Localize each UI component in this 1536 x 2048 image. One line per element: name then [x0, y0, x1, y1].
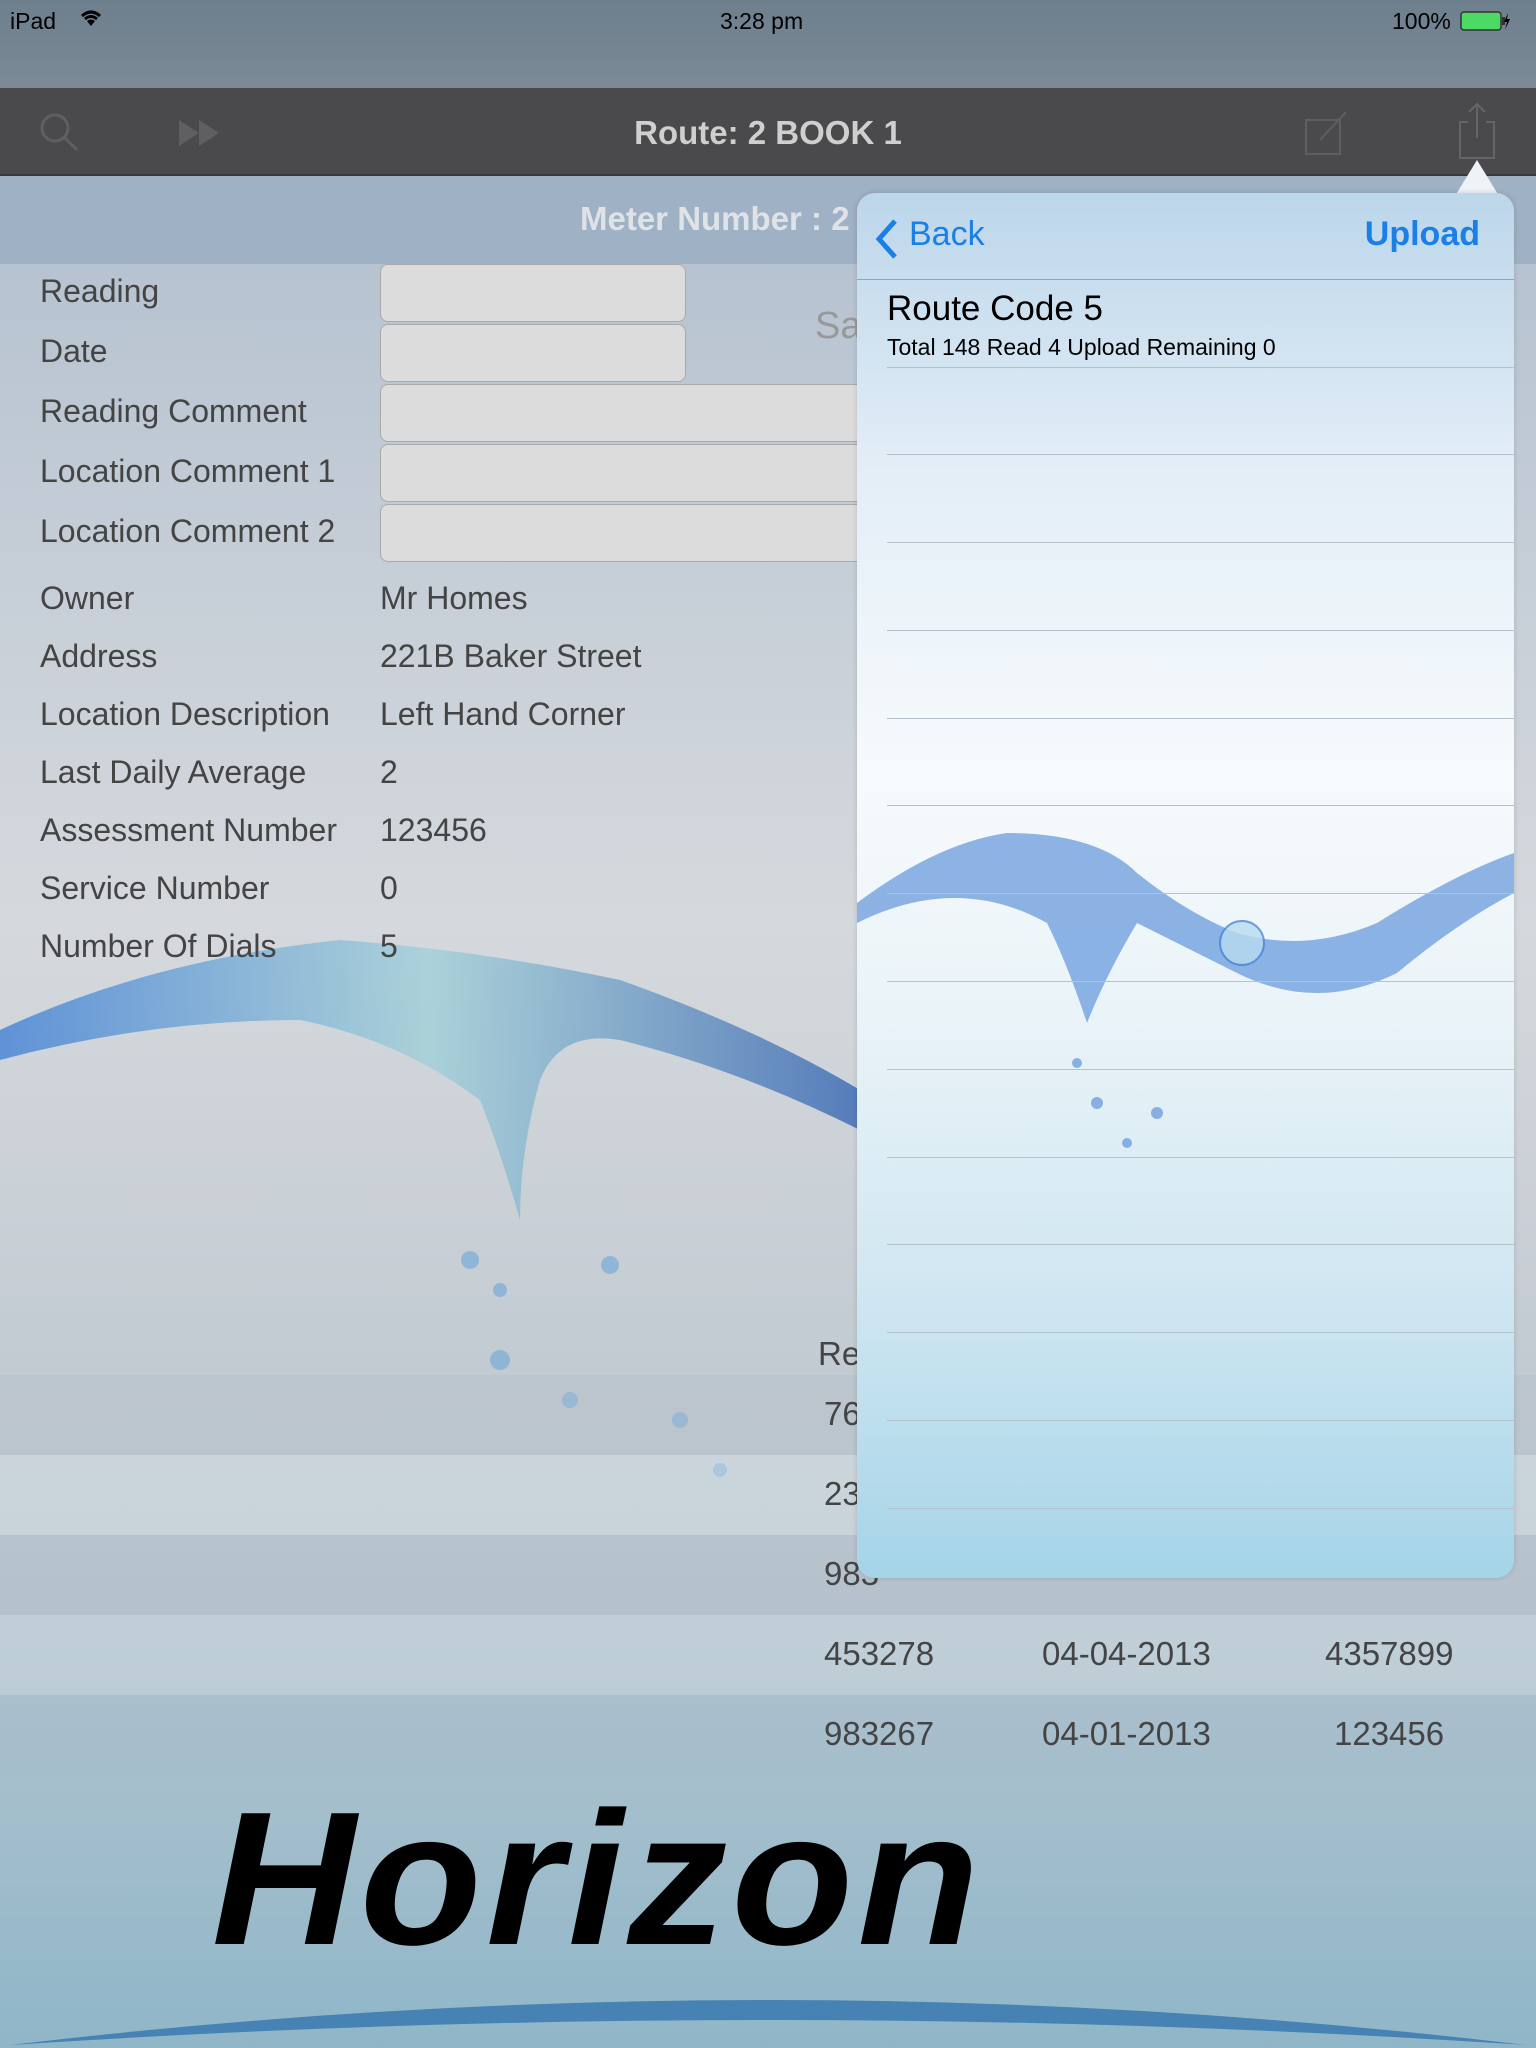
wifi-icon [78, 6, 104, 34]
date-input[interactable] [380, 324, 686, 382]
list-separator [887, 718, 1514, 719]
reading-cell: 23 [824, 1475, 861, 1512]
value-cell: 123456 [1334, 1715, 1445, 1752]
back-button[interactable]: Back [909, 215, 985, 254]
list-separator [887, 542, 1514, 543]
route-summary: Total 148 Read 4 Upload Remaining 0 [887, 334, 1276, 360]
table-row[interactable]: 453278 04-04-2013 4357899 [0, 1615, 1536, 1695]
battery-icon [1460, 10, 1510, 38]
popover-nav-bar: Back Upload [857, 193, 1514, 280]
last-daily-average-value: 2 [380, 754, 398, 790]
list-separator [887, 893, 1514, 894]
reading-cell: 453278 [824, 1635, 935, 1672]
date-cell: 04-01-2013 [1042, 1715, 1211, 1752]
navigation-bar: Route: 2 BOOK 1 [0, 88, 1536, 176]
meter-number-label: Meter Number : 2 [580, 200, 850, 237]
service-number-value: 0 [380, 870, 398, 906]
address-value: 221B Baker Street [380, 638, 642, 674]
location-comment-1-input[interactable] [380, 444, 900, 502]
route-code-title: Route Code 5 [887, 289, 1103, 328]
status-bar: iPad 3:28 pm 100% [0, 0, 1536, 88]
location-description-label: Location Description [40, 696, 330, 732]
clock: 3:28 pm [720, 8, 804, 34]
back-chevron-icon[interactable] [873, 217, 901, 266]
battery-percent: 100% [1392, 8, 1451, 34]
service-number-label: Service Number [40, 870, 270, 906]
reading-input[interactable] [380, 264, 686, 322]
popover-arrow [1455, 160, 1499, 196]
compose-icon[interactable] [1302, 108, 1352, 158]
device-name: iPad [10, 8, 57, 34]
address-label: Address [40, 638, 158, 674]
list-separator [887, 981, 1514, 982]
list-separator [887, 1508, 1514, 1509]
table-row[interactable]: 983267 04-01-2013 123456 [0, 1695, 1536, 1775]
list-separator [887, 1420, 1514, 1421]
list-separator [887, 1069, 1514, 1070]
last-daily-average-label: Last Daily Average [40, 754, 307, 790]
owner-value: Mr Homes [380, 580, 528, 616]
list-separator [887, 367, 1514, 368]
save-button[interactable]: Sa [815, 305, 861, 348]
reading-label: Reading [40, 273, 160, 309]
reading-comment-input[interactable] [380, 384, 900, 442]
reading-cell: 76 [824, 1395, 861, 1432]
location-description-value: Left Hand Corner [380, 696, 626, 732]
history-header: Re [818, 1335, 861, 1372]
list-separator [887, 805, 1514, 806]
date-cell: 04-04-2013 [1042, 1635, 1211, 1672]
horizon-logo: Horizon [211, 1773, 984, 1985]
value-cell: 4357899 [1325, 1635, 1454, 1672]
location-comment-2-label: Location Comment 2 [40, 513, 336, 549]
reading-cell: 983267 [824, 1715, 935, 1752]
logo-swoosh [10, 2000, 1526, 2045]
number-of-dials-value: 5 [380, 928, 398, 964]
reading-comment-label: Reading Comment [40, 393, 307, 429]
list-separator [887, 454, 1514, 455]
owner-label: Owner [40, 580, 135, 616]
upload-button[interactable]: Upload [1365, 215, 1480, 254]
list-separator [887, 630, 1514, 631]
list-separator [887, 1244, 1514, 1245]
location-comment-1-label: Location Comment 1 [40, 453, 336, 489]
assessment-number-value: 123456 [380, 812, 487, 848]
water-splash-image [857, 833, 1514, 1148]
number-of-dials-label: Number Of Dials [40, 928, 277, 964]
share-icon[interactable] [1452, 100, 1502, 159]
assessment-number-label: Assessment Number [40, 812, 337, 848]
upload-popover: Back Upload Route Code 5 Total 148 Read … [857, 193, 1514, 1578]
location-comment-2-input[interactable] [380, 504, 900, 562]
list-separator [887, 1332, 1514, 1333]
date-label: Date [40, 333, 108, 369]
list-separator [887, 1157, 1514, 1158]
